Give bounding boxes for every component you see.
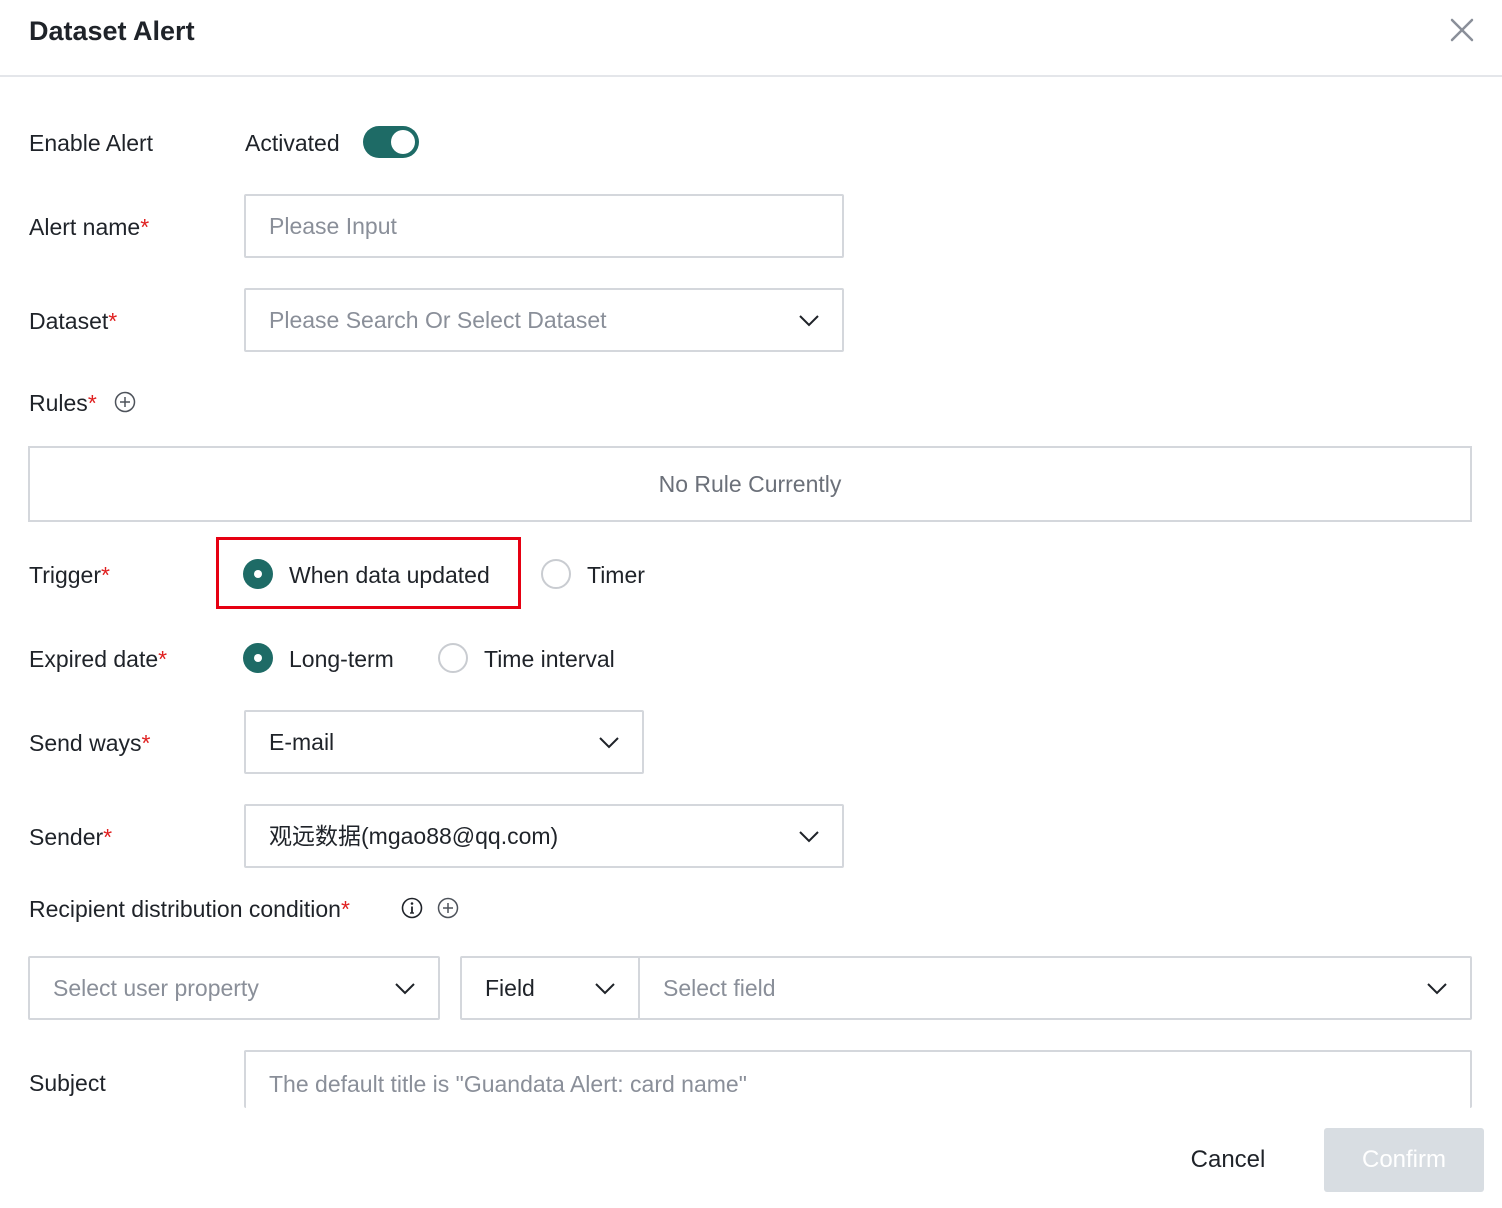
alert-name-placeholder: Please Input <box>269 213 397 239</box>
chevron-down-icon <box>799 831 819 843</box>
sender-value: 观远数据(mgao88@qq.com) <box>269 823 559 849</box>
add-rule-icon[interactable] <box>114 391 136 413</box>
field-select[interactable]: Select field <box>638 956 1472 1020</box>
user-property-select[interactable]: Select user property <box>28 956 440 1020</box>
radio-long-term[interactable] <box>243 643 273 673</box>
toggle-knob <box>391 130 415 154</box>
send-ways-value: E-mail <box>269 729 335 755</box>
radio-label-when-data-updated[interactable]: When data updated <box>289 560 490 590</box>
radio-label-long-term[interactable]: Long-term <box>289 644 394 674</box>
enable-alert-toggle[interactable] <box>363 126 419 158</box>
trigger-label: Trigger* <box>29 562 110 588</box>
user-property-placeholder: Select user property <box>53 975 259 1001</box>
dialog-header: Dataset Alert <box>0 0 1502 77</box>
rules-empty-text: No Rule Currently <box>658 470 842 497</box>
radio-time-interval[interactable] <box>438 643 468 673</box>
close-icon[interactable] <box>1446 14 1478 46</box>
expired-date-label: Expired date* <box>29 646 168 672</box>
chevron-down-icon <box>1427 983 1447 995</box>
subject-label: Subject <box>29 1070 106 1096</box>
chevron-down-icon <box>395 983 415 995</box>
dataset-placeholder: Please Search Or Select Dataset <box>269 307 607 333</box>
send-ways-label: Send ways* <box>29 730 151 756</box>
subject-input[interactable]: The default title is "Guandata Alert: ca… <box>244 1050 1472 1108</box>
chevron-down-icon <box>799 315 819 327</box>
rules-empty-box: No Rule Currently <box>28 446 1472 522</box>
dialog-title: Dataset Alert <box>29 16 195 46</box>
radio-label-timer[interactable]: Timer <box>587 560 645 590</box>
sender-label: Sender* <box>29 824 113 850</box>
field-placeholder: Select field <box>663 975 776 1001</box>
subject-placeholder: The default title is "Guandata Alert: ca… <box>269 1071 747 1097</box>
rules-label: Rules* <box>29 390 97 416</box>
enable-alert-status: Activated <box>245 130 340 156</box>
field-type-value: Field <box>485 975 535 1001</box>
field-type-select[interactable]: Field <box>460 956 640 1020</box>
chevron-down-icon <box>599 737 619 749</box>
alert-name-label: Alert name* <box>29 214 150 240</box>
chevron-down-icon <box>595 983 615 995</box>
cancel-button[interactable]: Cancel <box>1160 1129 1296 1191</box>
sender-select[interactable]: 观远数据(mgao88@qq.com) <box>244 804 844 868</box>
add-recipient-icon[interactable] <box>437 897 459 919</box>
recipient-label: Recipient distribution condition* <box>29 896 350 922</box>
info-icon[interactable] <box>401 897 423 919</box>
send-ways-select[interactable]: E-mail <box>244 710 644 774</box>
dataset-label: Dataset* <box>29 308 118 334</box>
confirm-button[interactable]: Confirm <box>1324 1128 1484 1192</box>
radio-timer[interactable] <box>541 559 571 589</box>
dataset-select[interactable]: Please Search Or Select Dataset <box>244 288 844 352</box>
alert-name-input[interactable]: Please Input <box>244 194 844 258</box>
radio-label-time-interval[interactable]: Time interval <box>484 644 615 674</box>
radio-when-data-updated[interactable] <box>243 559 273 589</box>
enable-alert-label: Enable Alert <box>29 130 154 156</box>
